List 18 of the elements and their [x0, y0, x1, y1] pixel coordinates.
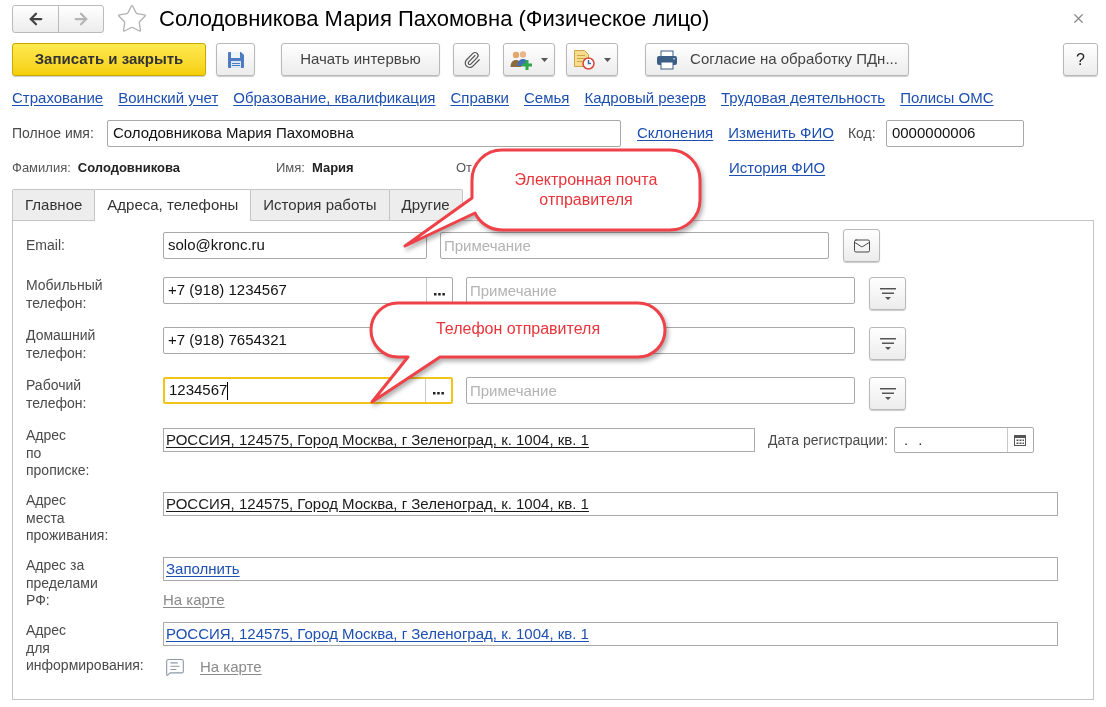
field-label: Адрес для информирования:: [26, 622, 145, 675]
field-label: Дата регистрации:: [768, 430, 888, 450]
field-label: Адрес по прописке:: [26, 427, 91, 480]
field-label: Мобильный телефон:: [26, 277, 104, 312]
field-label: Домашний телефон:: [26, 327, 97, 362]
field-label: Адрес за пределами РФ:: [26, 557, 99, 610]
field-label: Полное имя:: [12, 124, 95, 143]
field-value: Мария: [311, 159, 354, 178]
window-title: Солодовникова Мария Пахомовна (Физическое лицо): [159, 5, 710, 33]
field-label: Код:: [847, 124, 877, 143]
field-label: Email:: [26, 236, 66, 255]
field-label: Адрес места проживания:: [26, 492, 110, 545]
field-label: Имя:: [276, 159, 305, 178]
field-label: От: [456, 159, 473, 178]
field-value: Солодовникова: [77, 159, 181, 178]
field-label: Рабочий телефон:: [26, 377, 88, 412]
field-label: Фамилия:: [12, 159, 71, 178]
callout-text: Электронная почта отправителя: [513, 170, 659, 210]
